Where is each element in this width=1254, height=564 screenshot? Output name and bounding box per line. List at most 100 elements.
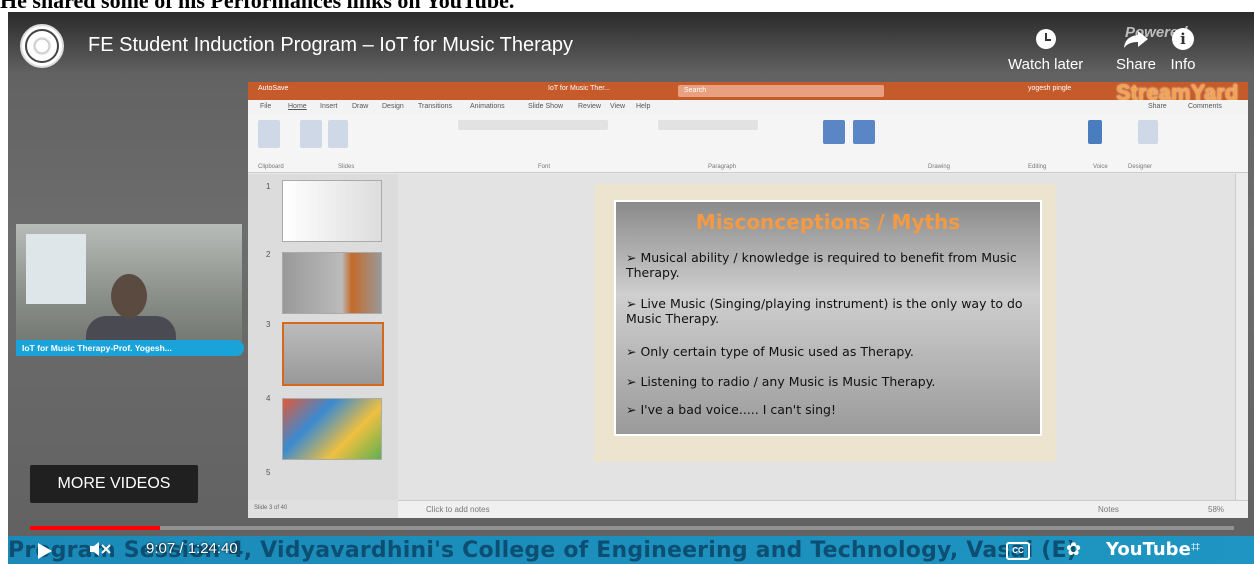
share-arrow-icon xyxy=(1123,26,1149,52)
slide-title: Misconceptions / Myths xyxy=(695,210,961,234)
arrange-icon xyxy=(853,120,875,144)
ppt-menu-review: Review xyxy=(578,103,601,110)
channel-logo-emblem xyxy=(25,29,59,63)
slide-thumbnails-pane: 1 2 3 4 5 xyxy=(248,174,399,500)
more-videos-button[interactable]: MORE VIDEOS xyxy=(30,465,198,503)
ppt-scrollbar xyxy=(1235,174,1248,500)
info-button[interactable]: i Info xyxy=(1170,26,1196,73)
paragraph-tools xyxy=(658,120,758,130)
thumb-number: 3 xyxy=(266,320,271,329)
slide-bullet: ➢ Only certain type of Music used as The… xyxy=(626,344,914,359)
progress-played xyxy=(30,526,161,530)
webcam-window-bg xyxy=(26,234,86,304)
ribbon-group-drawing: Drawing xyxy=(928,164,951,170)
cc-icon[interactable]: CC xyxy=(1006,542,1030,560)
slide-bullet-text: Live Music (Singing/playing instrument) … xyxy=(626,296,1023,326)
watch-later-button[interactable]: Watch later xyxy=(1008,26,1083,73)
ppt-status-bar: Slide 3 of 40 xyxy=(248,500,398,518)
webcam-name-label: IoT for Music Therapy-Prof. Yogesh... xyxy=(16,340,244,356)
slide-bullet: ➢ I've a bad voice..... I can't sing! xyxy=(626,402,836,417)
ribbon-group-clipboard: Clipboard xyxy=(258,164,284,170)
ribbon-group-slides: Slides xyxy=(338,164,355,170)
ppt-menu-animations: Animations xyxy=(470,103,505,110)
clock-icon xyxy=(1035,29,1056,49)
new-slide-icon xyxy=(300,120,322,148)
thumb-number: 2 xyxy=(266,250,271,259)
video-player[interactable]: AutoSave IoT for Music Ther... Search yo… xyxy=(8,12,1254,564)
thumb-number: 1 xyxy=(266,182,271,191)
slide-bullet-text: I've a bad voice..... I can't sing! xyxy=(640,402,836,417)
slide-content: Misconceptions / Myths ➢ Musical ability… xyxy=(614,200,1042,436)
current-slide: Misconceptions / Myths ➢ Musical ability… xyxy=(594,184,1056,462)
ppt-notes-bar: Click to add notes Notes 58% xyxy=(398,500,1248,518)
info-label: Info xyxy=(1170,56,1196,73)
watch-later-label: Watch later xyxy=(1008,56,1084,73)
slide-bullet-text: Musical ability / knowledge is required … xyxy=(626,250,1017,280)
slide-bullet: ➢ Listening to radio / any Music is Musi… xyxy=(626,374,936,389)
ribbon-group-paragraph: Paragraph xyxy=(708,164,737,170)
slide-thumbnail-selected xyxy=(282,322,384,386)
ppt-status-text: Slide 3 of 40 xyxy=(254,505,288,511)
ppt-menu-home: Home xyxy=(288,103,307,110)
clock-icon-wrap xyxy=(1033,26,1059,52)
page-top-text: He shared some of his Performances links… xyxy=(0,0,514,12)
video-title[interactable]: FE Student Induction Program – IoT for M… xyxy=(88,34,573,57)
ribbon-group-editing: Editing xyxy=(1028,164,1047,170)
ppt-menu-slideshow: Slide Show xyxy=(528,103,564,110)
page-top-text-strip: He shared some of his Performances links… xyxy=(0,0,1254,12)
shapes-icon xyxy=(823,120,845,144)
paste-icon xyxy=(258,120,280,148)
play-icon[interactable] xyxy=(38,543,52,559)
webcam-person-head xyxy=(111,274,147,318)
ppt-search-box: Search xyxy=(678,85,884,97)
powerpoint-window: AutoSave IoT for Music Ther... Search yo… xyxy=(248,82,1248,518)
ppt-menu-bar: File Home Insert Draw Design Transitions… xyxy=(248,100,1248,114)
ppt-autosave: AutoSave xyxy=(258,85,289,92)
share-label: Share xyxy=(1116,56,1157,73)
slide-thumbnail xyxy=(282,180,382,242)
ppt-menu-insert: Insert xyxy=(320,103,338,110)
font-box xyxy=(458,120,608,130)
ppt-menu-transitions: Transitions xyxy=(418,103,452,110)
ppt-user: yogesh pingle xyxy=(1028,85,1072,92)
dictate-icon xyxy=(1088,120,1102,144)
mute-icon[interactable] xyxy=(88,539,112,559)
thumb-number: 4 xyxy=(266,394,271,403)
notes-placeholder: Click to add notes xyxy=(426,505,490,514)
ppt-menu-view: View xyxy=(610,103,626,110)
gear-icon[interactable]: ✿ xyxy=(1066,539,1081,560)
slide-bullet: ➢ Live Music (Singing/playing instrument… xyxy=(626,296,1023,326)
thumb-number: 5 xyxy=(266,468,271,477)
ribbon-group-voice: Voice xyxy=(1093,164,1108,170)
ppt-title-bar: AutoSave IoT for Music Ther... Search yo… xyxy=(248,82,1248,100)
slide-bullet: ➢ Musical ability / knowledge is require… xyxy=(626,250,1017,280)
slide-thumbnail xyxy=(282,398,382,460)
ppt-menu-draw: Draw xyxy=(352,103,369,110)
slide-stage: Misconceptions / Myths ➢ Musical ability… xyxy=(398,174,1248,500)
ppt-ribbon: Clipboard Slides Font Paragraph Drawing … xyxy=(248,114,1248,173)
ppt-menu-design: Design xyxy=(382,103,404,110)
designer-icon xyxy=(1138,120,1158,144)
streamyard-watermark: StreamYard xyxy=(1116,80,1239,105)
notes-button: Notes xyxy=(1098,505,1119,514)
youtube-logo[interactable]: YouTube xyxy=(1106,539,1191,560)
slide-bullet-text: Only certain type of Music used as Thera… xyxy=(640,344,914,359)
ppt-menu-help: Help xyxy=(636,103,651,110)
ribbon-group-designer: Designer xyxy=(1128,164,1153,170)
share-button[interactable]: Share xyxy=(1116,26,1156,73)
time-display: 9:07 / 1:24:40 xyxy=(146,540,238,557)
slide-thumbnail xyxy=(282,252,382,314)
reuse-slides-icon xyxy=(328,120,348,148)
ppt-menu-file: File xyxy=(260,103,272,110)
zoom-level: 58% xyxy=(1208,505,1225,514)
slide-bullet-text: Listening to radio / any Music is Music … xyxy=(640,374,936,389)
info-icon: i xyxy=(1172,28,1194,50)
info-icon-wrap: i xyxy=(1170,26,1196,52)
ppt-window-title: IoT for Music Ther... xyxy=(548,85,610,92)
player-controls: Program Session 4, Vidyavardhini's Colle… xyxy=(8,536,1254,564)
webcam-feed xyxy=(16,224,242,356)
channel-logo-icon[interactable] xyxy=(20,24,64,68)
exit-fullscreen-icon[interactable]: ⌗ xyxy=(1191,539,1200,557)
progress-bar[interactable] xyxy=(30,526,1234,530)
ribbon-group-font: Font xyxy=(538,164,551,170)
